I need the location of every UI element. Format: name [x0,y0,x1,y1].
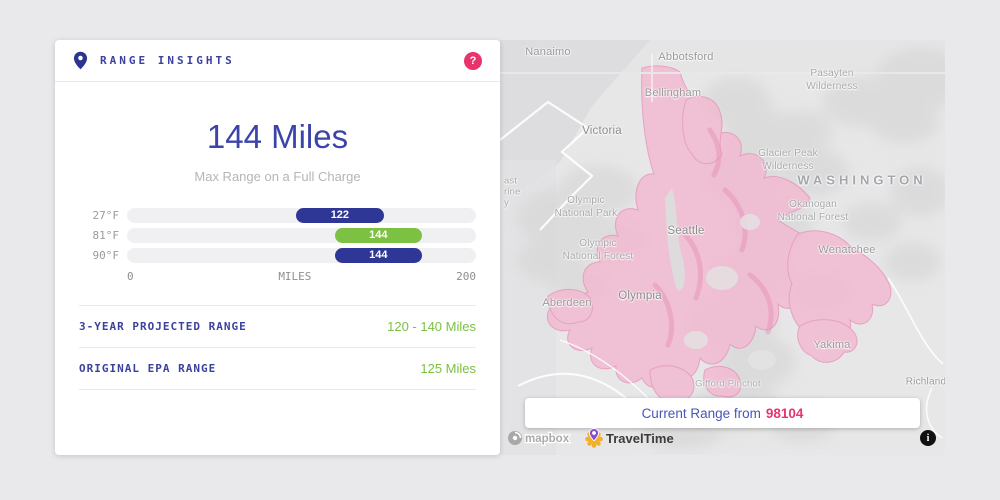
map-label: Bellingham [645,87,701,99]
range-info-value: 120 - 140 Miles [387,319,476,334]
temperature-range-chart: 27°F 122 81°F 144 90°F 144 0 MILES 200 [79,208,476,283]
bar-track: 122 [127,208,476,223]
max-range-hero: 144 Miles Max Range on a Full Charge [55,118,500,184]
bar-row: 27°F 122 [79,208,476,223]
x-axis-tick: MILES [278,270,311,283]
bar-row: 81°F 144 [79,228,476,243]
map-label: Glacier Peak Wilderness [758,147,818,173]
map-label: Victoria [582,125,622,137]
range-info-row: ORIGINAL EPA RANGE 125 Miles [79,347,476,389]
bar-temp-label: 90°F [79,249,119,262]
mapbox-logo[interactable]: mapbox [506,429,580,447]
map-label: Olympia [618,290,662,302]
map-label: Aberdeen [542,297,591,309]
bar-temp-label: 27°F [79,209,119,222]
mapbox-wordmark: mapbox [525,433,570,445]
range-bars: 27°F 122 81°F 144 90°F 144 [79,208,476,263]
range-info-label: ORIGINAL EPA RANGE [79,362,216,375]
x-axis-tick: 200 [456,270,476,283]
map-label: Seattle [667,225,704,237]
bar-value-pill: 122 [296,208,383,223]
map-label: Olympic National Forest [563,237,634,263]
info-icon[interactable]: i [920,430,936,446]
map-label: Abbotsford [658,51,713,63]
bar-value-pill: 144 [335,248,422,263]
map-label: Richland [906,377,945,388]
help-icon[interactable]: ? [464,52,482,70]
location-pin-icon [73,51,88,70]
map-attribution: mapbox TravelTime [506,427,688,449]
bar-value-pill: 144 [335,228,422,243]
map-label: Yakima [813,339,850,351]
map-label: Nanaimo [525,46,570,58]
map-label: Wenatchee [818,244,875,256]
range-insights-panel: RANGE INSIGHTS ? 144 Miles Max Range on … [55,40,500,455]
range-rows: 3-YEAR PROJECTED RANGE 120 - 140 Miles ORI… [79,305,476,390]
range-info-value: 125 Miles [420,361,476,376]
current-range-bar[interactable]: Current Range from 98104 [525,398,920,428]
panel-title: RANGE INSIGHTS [100,54,235,67]
range-info-label: 3-YEAR PROJECTED RANGE [79,320,247,333]
max-range-value: 144 Miles [55,118,500,156]
current-range-zip: 98104 [766,406,804,421]
max-range-caption: Max Range on a Full Charge [55,169,500,184]
x-axis: 0 MILES 200 [127,270,476,283]
current-range-label: Current Range from [642,406,761,421]
panel-header: RANGE INSIGHTS ? [55,40,500,82]
traveltime-wordmark: TravelTime [606,431,674,446]
map-label: Okanogan National Forest [778,198,849,224]
map-label: Olympic National Park [555,194,618,220]
bar-track: 144 [127,228,476,243]
x-axis-tick: 0 [127,270,134,283]
map[interactable]: Nanaimo Abbotsford Bellingham Victoria Pasay… [500,40,945,455]
traveltime-gear-icon [585,429,603,448]
range-info-row: 3-YEAR PROJECTED RANGE 120 - 140 Miles [79,305,476,347]
bar-temp-label: 81°F [79,229,119,242]
map-label: Gifford Pinchot [695,379,761,390]
map-label: WASHINGTON [797,173,926,188]
bar-row: 90°F 144 [79,248,476,263]
bar-track: 144 [127,248,476,263]
map-label: Pasayten Wilderness [806,67,857,93]
map-label: ast rine y [504,176,521,209]
traveltime-logo[interactable]: TravelTime [584,427,688,449]
